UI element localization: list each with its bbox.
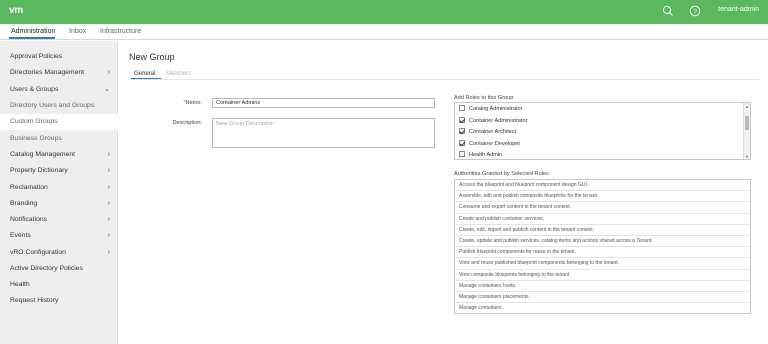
- vmware-logo: vm: [9, 5, 23, 16]
- chevron-down-icon: ⌄: [104, 86, 110, 93]
- svg-text:?: ?: [693, 8, 697, 15]
- search-icon[interactable]: [662, 5, 674, 17]
- role-container-administrator[interactable]: Container Administrator: [459, 116, 527, 126]
- scroll-down-icon[interactable]: ▼: [745, 154, 749, 159]
- checkbox[interactable]: [459, 128, 465, 134]
- roles-scrollbar[interactable]: ▲ ▼: [743, 103, 750, 159]
- sidebar-item-directory-users-groups[interactable]: Directory Users and Groups: [0, 98, 118, 114]
- top-bar: vm ? tenant-admin: [0, 0, 768, 24]
- tab-administration[interactable]: Administration: [11, 28, 55, 35]
- sidebar-item-active-directory-policies[interactable]: Active Directory Policies: [0, 261, 118, 277]
- checkbox[interactable]: [459, 139, 465, 146]
- chevron-right-icon: ›: [107, 232, 110, 239]
- list-item: Create, update and publish services, cat…: [455, 236, 750, 248]
- list-item: Manage containers hosts.: [455, 281, 750, 292]
- main-tab-bar: Administration Inbox Infrastructure: [0, 24, 768, 40]
- sidebar-item-business-groups[interactable]: Business Groups: [0, 131, 118, 147]
- sidebar-item-users-groups[interactable]: Users & Groups ⌄: [0, 82, 118, 98]
- sidebar-item-catalog-management[interactable]: Catalog Management ›: [0, 147, 118, 163]
- list-item: Create, edit, import and publish content…: [455, 225, 750, 236]
- chevron-right-icon: ›: [107, 184, 110, 191]
- scroll-thumb[interactable]: [745, 116, 749, 130]
- sidebar-item-events[interactable]: Events ›: [0, 228, 118, 244]
- list-item: Create and publish container services.: [455, 214, 750, 225]
- list-item: Consume and export content in the tenant…: [455, 202, 750, 214]
- list-item: Manage containers.: [459, 305, 503, 312]
- active-tab-indicator: [9, 37, 55, 39]
- role-health-admin[interactable]: Health Admin: [459, 150, 502, 159]
- sidebar-item-custom-groups[interactable]: Custom Groups: [0, 114, 118, 130]
- sidebar-item-directories-management[interactable]: Directories Management ›: [0, 65, 118, 81]
- role-container-architect[interactable]: Container Architect: [459, 127, 516, 137]
- scroll-up-icon[interactable]: ▲: [745, 104, 749, 109]
- description-field[interactable]: New Group Description: [212, 118, 435, 148]
- name-label: *Name:: [183, 100, 202, 106]
- help-icon[interactable]: ?: [689, 5, 701, 17]
- role-catalog-administrator[interactable]: Catalog Administrator: [459, 104, 522, 114]
- authorities-label: Authorities Granted by Selected Roles: [454, 171, 549, 177]
- chevron-right-icon: ›: [107, 167, 110, 174]
- list-item: View and reuse published blueprint compo…: [455, 258, 750, 270]
- sidebar: Approval Policies Directories Management…: [0, 41, 118, 344]
- sidebar-item-reclamation[interactable]: Reclamation ›: [0, 180, 118, 196]
- list-item: Manage containers placements.: [455, 292, 750, 304]
- chevron-right-icon: ›: [107, 216, 110, 223]
- checkbox[interactable]: [459, 105, 465, 111]
- sidebar-item-request-history[interactable]: Request History: [0, 293, 118, 309]
- roles-list: Catalog Administrator Container Administ…: [454, 102, 751, 160]
- authorities-list: Access the blueprint and blueprint compo…: [454, 179, 751, 314]
- sidebar-item-approval-policies[interactable]: Approval Policies: [0, 49, 118, 65]
- tab-general[interactable]: General: [134, 71, 155, 77]
- user-menu[interactable]: tenant-admin: [718, 6, 759, 13]
- chevron-right-icon: ›: [107, 151, 110, 158]
- subtab-divider: [129, 79, 759, 80]
- tab-inbox[interactable]: Inbox: [69, 28, 86, 35]
- sidebar-item-vro-configuration[interactable]: vRO Configuration ›: [0, 245, 118, 261]
- sidebar-item-branding[interactable]: Branding ›: [0, 196, 118, 212]
- sidebar-item-notifications[interactable]: Notifications ›: [0, 212, 118, 228]
- chevron-right-icon: ›: [107, 69, 110, 76]
- checkbox[interactable]: [459, 151, 465, 157]
- list-item: Access the blueprint and blueprint compo…: [455, 180, 750, 192]
- tab-infrastructure[interactable]: Infrastructure: [100, 28, 141, 35]
- description-label: Description:: [172, 120, 202, 126]
- roles-label: Add Roles to this Group: [454, 95, 514, 101]
- sidebar-item-health[interactable]: Health: [0, 277, 118, 293]
- name-field[interactable]: Container Admins: [212, 98, 435, 108]
- list-item: View composite blueprints belonging to t…: [455, 270, 750, 281]
- checkbox[interactable]: [459, 116, 465, 123]
- page-title: New Group: [129, 52, 175, 62]
- list-item: Assemble, edit and publish composite blu…: [455, 191, 750, 203]
- chevron-right-icon: ›: [107, 249, 110, 256]
- role-container-developer[interactable]: Container Developer: [459, 139, 520, 149]
- list-item: Publish blueprint components for reuse i…: [455, 247, 750, 259]
- sidebar-item-property-dictionary[interactable]: Property Dictionary ›: [0, 163, 118, 179]
- tab-members[interactable]: Members: [166, 71, 191, 77]
- chevron-right-icon: ›: [107, 200, 110, 207]
